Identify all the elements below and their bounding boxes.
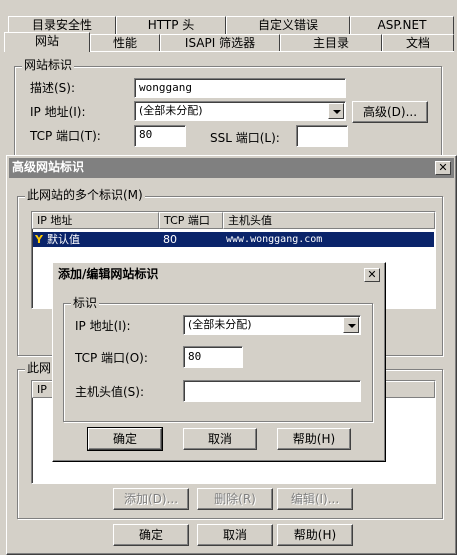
tab-label: 性能 — [112, 36, 137, 50]
key-icon: Y — [35, 233, 43, 246]
column-header-port[interactable]: TCP 端口 — [159, 212, 223, 229]
tab-home-directory[interactable]: 主目录 — [280, 34, 382, 52]
row-port: 80 — [163, 233, 177, 246]
ip-address-label: IP 地址(I): — [30, 105, 86, 119]
ssl-port-label: SSL 端口(L): — [210, 131, 280, 145]
row-host: www.wonggang.com — [226, 234, 323, 245]
tab-label: 目录安全性 — [31, 18, 92, 32]
edit-dialog: 添加/编辑网站标识 ✕ 标识 IP 地址(I): (全部未分配) TCP 端口(… — [52, 262, 386, 462]
ip-address-value: (全部未分配) — [188, 318, 252, 331]
site-identification-title: 网站标识 — [22, 58, 75, 72]
help-button[interactable]: 帮助(H) — [277, 428, 351, 450]
ok-button[interactable]: 确定 — [113, 524, 189, 546]
ssl-port-input[interactable] — [296, 125, 348, 147]
tab-label: 网站 — [34, 34, 59, 48]
tab-label: ISAPI 筛选器 — [184, 36, 256, 50]
column-header-host[interactable]: 主机头值 — [223, 212, 435, 229]
tab-performance[interactable]: 性能 — [90, 34, 160, 52]
description-input[interactable]: wonggang — [134, 78, 346, 98]
tab-label: 主目录 — [312, 36, 349, 50]
tab-label: HTTP 头 — [147, 18, 195, 32]
ssl-identities-title: 此网 — [25, 361, 54, 375]
edit-dialog-titlebar: 添加/编辑网站标识 — [55, 265, 383, 285]
help-button[interactable]: 帮助(H) — [277, 524, 353, 546]
tcp-port-label: TCP 端口(T): — [30, 129, 101, 143]
edit-dialog-title: 添加/编辑网站标识 — [58, 267, 159, 281]
host-header-label: 主机头值(S): — [75, 385, 145, 399]
table-row[interactable]: Y 默认值 80 www.wonggang.com — [33, 232, 434, 247]
tcp-port-input[interactable]: 80 — [183, 346, 243, 368]
add-button[interactable]: 添加(D)... — [113, 488, 189, 510]
tab-aspnet[interactable]: ASP.NET — [350, 16, 454, 34]
tab-website[interactable]: 网站 — [4, 32, 90, 52]
cancel-button[interactable]: 取消 — [183, 428, 257, 450]
tab-label: 自定义错误 — [257, 18, 318, 32]
row-ip: 默认值 — [47, 233, 80, 246]
cancel-button[interactable]: 取消 — [197, 524, 273, 546]
ip-address-label: IP 地址(I): — [75, 319, 131, 333]
close-icon[interactable]: ✕ — [364, 268, 380, 282]
edit-button[interactable]: 编辑(I)... — [277, 488, 353, 510]
ok-button[interactable]: 确定 — [87, 427, 163, 451]
advanced-dialog-titlebar: 高级网站标识 — [9, 158, 454, 178]
tab-isapi-filters[interactable]: ISAPI 筛选器 — [160, 34, 280, 52]
description-label: 描述(S): — [30, 81, 76, 95]
tab-http-headers[interactable]: HTTP 头 — [116, 16, 226, 34]
tcp-port-label: TCP 端口(O): — [75, 351, 148, 365]
tcp-port-input[interactable]: 80 — [134, 125, 186, 147]
column-header-ip[interactable]: IP 地址 — [32, 212, 159, 229]
tab-custom-errors[interactable]: 自定义错误 — [226, 16, 350, 34]
tab-label: 文档 — [405, 36, 430, 50]
advanced-button[interactable]: 高级(D)... — [352, 101, 428, 123]
ip-address-dropdown[interactable]: (全部未分配) — [134, 101, 346, 121]
identification-title: 标识 — [71, 296, 100, 310]
chevron-down-icon[interactable] — [328, 103, 344, 119]
close-icon[interactable]: ✕ — [435, 161, 451, 175]
ip-address-dropdown[interactable]: (全部未分配) — [183, 315, 361, 335]
tab-documents[interactable]: 文档 — [382, 34, 454, 52]
chevron-down-icon[interactable] — [343, 317, 359, 333]
ip-address-value: (全部未分配) — [139, 104, 203, 117]
advanced-dialog-title: 高级网站标识 — [12, 160, 85, 174]
tab-label: ASP.NET — [377, 18, 427, 32]
multiple-identities-title: 此网站的多个标识(M) — [25, 188, 145, 202]
host-header-input[interactable] — [183, 380, 361, 402]
remove-button[interactable]: 删除(R) — [197, 488, 273, 510]
